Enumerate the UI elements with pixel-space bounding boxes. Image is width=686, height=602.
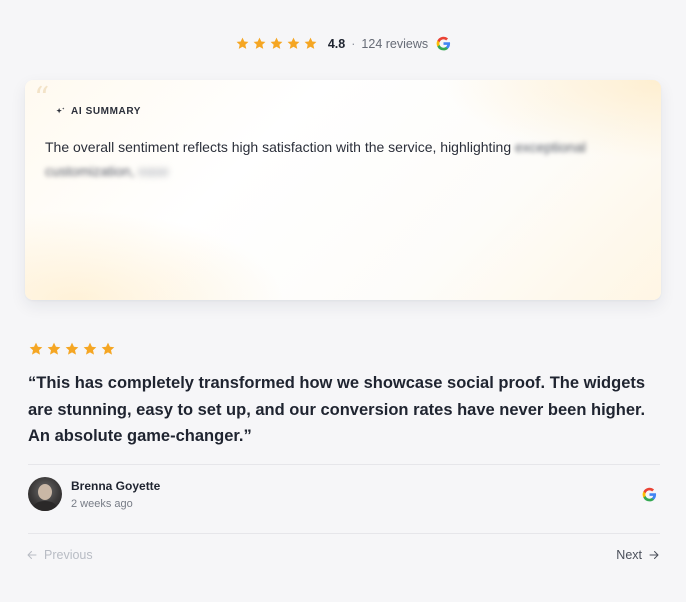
quote-mark-icon: “ — [34, 81, 50, 116]
next-button[interactable]: Next — [616, 548, 660, 562]
ai-summary-faded-text: ease — [138, 163, 169, 179]
star-icon — [100, 341, 116, 357]
arrow-left-icon — [26, 549, 38, 561]
ai-summary-label: AI SUMMARY — [55, 106, 141, 117]
rating-separator: · — [351, 36, 356, 51]
reviews-count: 124 reviews — [361, 36, 429, 51]
review-quote: “This has completely transformed how we … — [28, 374, 646, 445]
sparkle-icon — [55, 106, 66, 117]
star-icon — [252, 36, 267, 51]
previous-button[interactable]: Previous — [26, 548, 93, 562]
google-icon — [642, 487, 657, 502]
rating-summary: 4.8 · 124 reviews — [0, 36, 686, 51]
divider — [28, 533, 660, 534]
star-icon — [303, 36, 318, 51]
next-label: Next — [616, 548, 642, 562]
avatar — [28, 477, 62, 511]
star-icon — [286, 36, 301, 51]
star-icon — [46, 341, 62, 357]
google-icon — [436, 36, 451, 51]
ai-summary-visible-text: The overall sentiment reflects high sati… — [45, 139, 516, 155]
review-time: 2 weeks ago — [71, 497, 133, 510]
author-info: Brenna Goyette 2 weeks ago — [71, 479, 160, 510]
rating-score: 4.8 — [327, 36, 346, 51]
divider — [28, 464, 660, 465]
rating-stars — [235, 36, 318, 51]
review-author: Brenna Goyette 2 weeks ago — [28, 477, 160, 511]
ai-summary-title: AI SUMMARY — [71, 106, 142, 117]
author-name: Brenna Goyette — [71, 478, 161, 493]
star-icon — [269, 36, 284, 51]
star-icon — [82, 341, 98, 357]
previous-label: Previous — [44, 548, 93, 562]
star-icon — [235, 36, 250, 51]
star-icon — [64, 341, 80, 357]
ai-summary-text: The overall sentiment reflects high sati… — [45, 135, 645, 183]
review-stars — [28, 341, 116, 357]
arrow-right-icon — [648, 549, 660, 561]
ai-summary-card: “ AI SUMMARY The overall sentiment refle… — [25, 80, 661, 300]
star-icon — [28, 341, 44, 357]
